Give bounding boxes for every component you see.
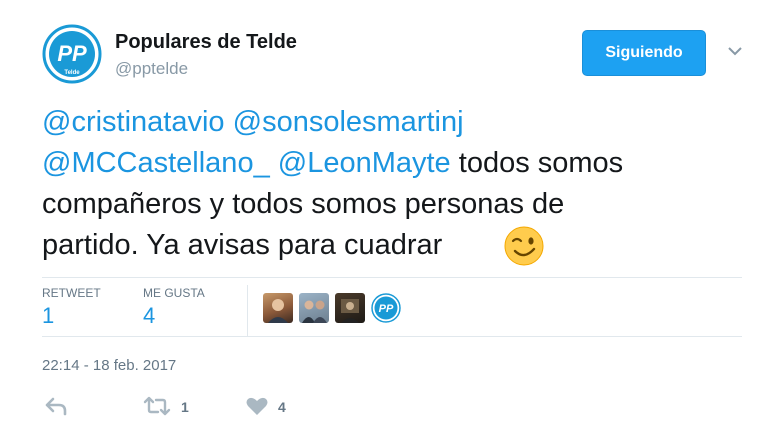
- tweet-timestamp[interactable]: 22:14 - 18 feb. 2017: [42, 357, 176, 374]
- liker-avatar[interactable]: [299, 293, 329, 323]
- likes-count[interactable]: 4: [143, 303, 155, 329]
- retweets-count[interactable]: 1: [42, 303, 54, 329]
- likes-label[interactable]: ME GUSTA: [143, 286, 205, 300]
- tweet-text-segment: todos somos: [458, 147, 624, 179]
- mention-link[interactable]: @sonsolesmartinj: [233, 106, 464, 138]
- retweet-icon[interactable]: [143, 396, 171, 416]
- mention-link[interactable]: @LeonMayte: [278, 147, 451, 179]
- divider: [42, 277, 742, 278]
- pp-logo-avatar[interactable]: PP Telde: [42, 24, 102, 84]
- liker-avatar[interactable]: [263, 293, 293, 323]
- author-handle[interactable]: @pptelde: [115, 59, 188, 79]
- retweet-action-count[interactable]: 1: [181, 399, 189, 415]
- reply-icon[interactable]: [44, 396, 68, 416]
- liker-avatar[interactable]: [335, 293, 365, 323]
- logo-text: PP: [379, 303, 394, 315]
- divider: [42, 336, 742, 337]
- tweet-line-1: @cristinatavio @sonsolesmartinj: [42, 102, 742, 143]
- mention-link[interactable]: @MCCastellano_: [42, 147, 270, 179]
- logo-text: PP: [57, 41, 87, 66]
- retweets-label[interactable]: RETWEET: [42, 286, 101, 300]
- mention-link[interactable]: @cristinatavio: [42, 106, 225, 138]
- tweet-line-3: compañeros y todos somos personas de: [42, 188, 565, 220]
- pp-logo-liker-avatar-icon[interactable]: PP: [371, 293, 401, 323]
- chevron-down-icon[interactable]: [724, 42, 746, 60]
- tweet-line-4: partido. Ya avisas para cuadrar: [42, 229, 443, 261]
- heart-icon[interactable]: [245, 396, 269, 416]
- tweet-text: @cristinatavio @sonsolesmartinj @MCCaste…: [42, 102, 742, 266]
- following-button[interactable]: Siguiendo: [582, 30, 706, 76]
- tweet-line-2: @MCCastellano_ @LeonMayte todos somos: [42, 143, 742, 184]
- like-action-count[interactable]: 4: [278, 399, 286, 415]
- author-name[interactable]: Populares de Telde: [115, 31, 297, 54]
- logo-subtext: Telde: [64, 70, 80, 76]
- divider: [247, 285, 248, 336]
- winking-face-emoji-icon: [504, 226, 544, 266]
